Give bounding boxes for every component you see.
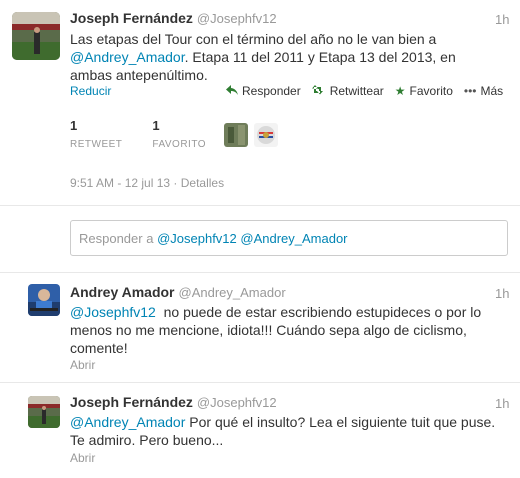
author-name[interactable]: Andrey Amador [70,284,175,300]
author-handle[interactable]: @Andrey_Amador [179,285,286,300]
reply-tweet: Andrey Amador @Andrey_Amador 1h @Josephfv… [0,272,520,382]
collapse-link[interactable]: Reducir [70,84,111,98]
mention-link[interactable]: @Andrey_Amador [70,414,185,430]
favorite-label: Favorito [409,84,453,98]
reply-icon [226,84,238,98]
reply-button[interactable]: Responder [226,84,301,98]
avatar[interactable] [28,284,60,316]
tweet-text-line: @Andrey_Amador. Etapa 11 del 2011 y Etap… [70,48,510,66]
reply-input-prefix: Responder a [79,231,154,246]
author-handle[interactable]: @Josephfv12 [197,11,277,26]
mention-link[interactable]: @Josephfv12 [70,304,156,320]
tweet-timestamp[interactable]: 9:51 AM - 12 jul 13 [70,176,170,190]
tweet-time[interactable]: 1h [495,12,509,27]
open-link[interactable]: Abrir [70,358,95,372]
tweet-stats: 1 RETWEET 1 FAVORITO [70,118,279,150]
avatar[interactable] [12,12,60,60]
tweet-text-line: Te admiro. Pero bueno... [70,432,224,448]
tweet-time[interactable]: 1h [495,286,509,301]
tweet-text-line: Las etapas del Tour con el término del a… [70,31,437,47]
avatar[interactable] [254,123,279,147]
more-dots-icon: ••• [463,84,477,98]
open-link[interactable]: Abrir [70,451,95,465]
favorite-count: 1 [152,118,160,133]
favorite-star-icon: ★ [394,84,406,98]
author-name[interactable]: Joseph Fernández [70,394,193,410]
retweet-count: 1 [70,118,78,133]
tweet-time[interactable]: 1h [495,396,509,411]
retweet-icon [311,84,326,98]
author-handle[interactable]: @Josephfv12 [197,395,277,410]
reply-input[interactable]: Responder a @Josephfv12 @Andrey_Amador [70,220,508,256]
more-button[interactable]: ••• Más [464,84,503,98]
details-link[interactable]: Detalles [181,176,224,190]
retweeter-avatars [224,123,279,150]
avatar[interactable] [28,396,60,428]
separator: · [173,176,181,190]
tweet-text: Las etapas del Tour con el término del a… [70,30,510,84]
favorite-button[interactable]: ★ Favorito [395,84,453,98]
retweet-label: Retwittear [329,84,384,98]
reply-input-mentions: @Josephfv12 @Andrey_Amador [157,231,348,246]
divider [0,205,520,206]
retweet-stat[interactable]: 1 RETWEET [70,118,122,150]
reply-label: Responder [242,84,301,98]
tweet-actions: Responder Retwittear ★ Favorito ••• Más [226,84,514,98]
tweet-text-line: @Andrey_Amador Por qué el insulto? Lea e… [70,413,510,431]
more-label: Más [480,84,504,98]
mention-link[interactable]: @Andrey_Amador [70,49,185,65]
retweet-count-label: RETWEET [70,139,123,150]
tweet-text-fragment: no puede de estar escribiendo estupidece… [155,304,482,320]
tweet-text-line: menos no me mencione, idiota!!! Cuándo s… [70,322,467,338]
retweet-button[interactable]: Retwittear [311,84,384,98]
tweet-text-fragment: . Etapa 11 del 2011 y Etapa 13 del 2013,… [184,49,456,65]
tweet-text: @Andrey_Amador Por qué el insulto? Lea e… [70,413,510,449]
tweet-text: @Josephfv12 no puede de estar escribiend… [70,303,510,357]
tweet-text-line: @Josephfv12 no puede de estar escribiend… [70,303,510,321]
author-name[interactable]: Joseph Fernández [70,10,193,26]
avatar[interactable] [224,123,249,147]
tweet-text-fragment: Por qué el insulto? Lea el siguiente tui… [185,414,496,430]
favorite-count-label: FAVORITO [152,139,207,150]
reply-tweet: Joseph Fernández @Josephfv12 1h @Andrey_A… [0,382,520,478]
tweet-text-line: ambas antepenúltimo. [70,67,208,83]
tweet-timestamp-row: 9:51 AM - 12 jul 13 · Detalles [70,176,224,190]
main-tweet: Joseph Fernández @Josephfv12 1h Las etapa… [0,0,520,205]
tweet-text-line: comente! [70,340,128,356]
favorite-stat[interactable]: 1 FAVORITO [152,118,206,150]
